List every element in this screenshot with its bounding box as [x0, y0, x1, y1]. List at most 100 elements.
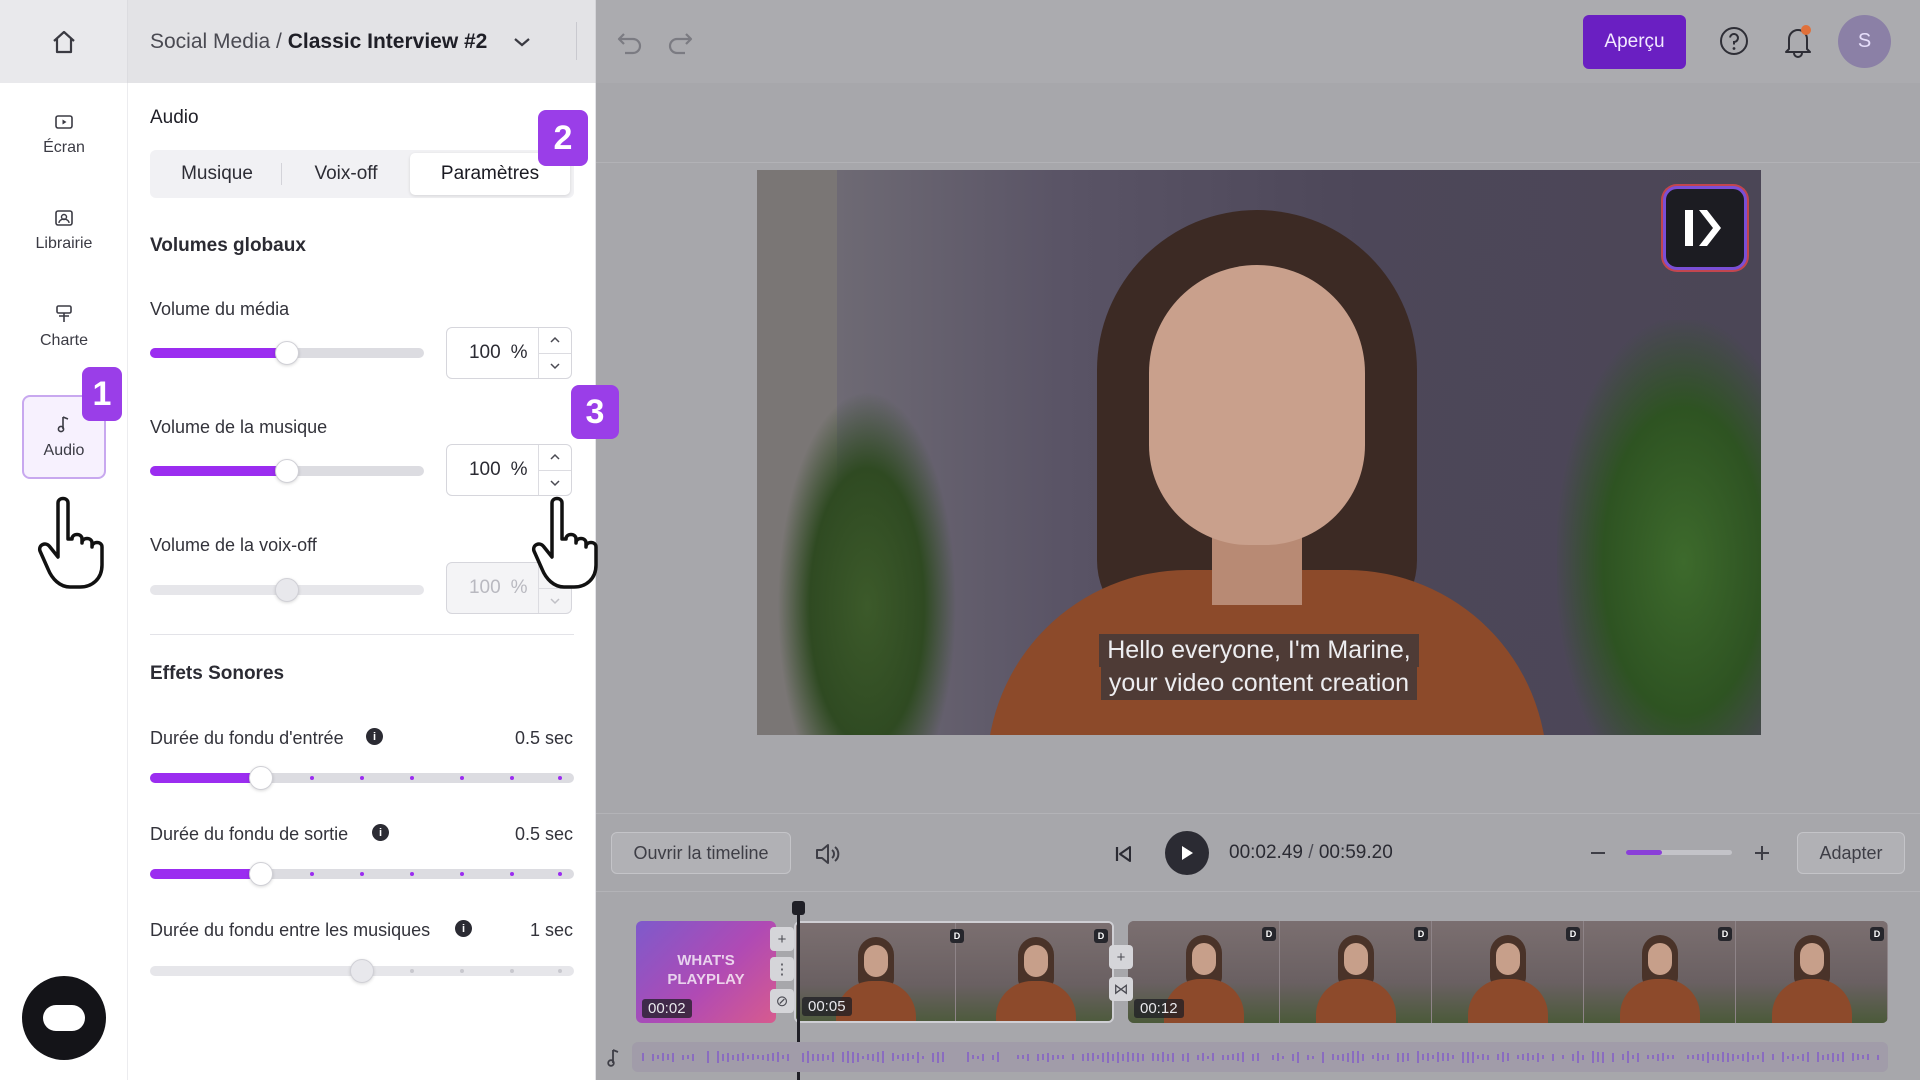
plus-icon [1755, 846, 1769, 860]
waveform-bar [1572, 1053, 1574, 1061]
subtitle-line-1: Hello everyone, I'm Marine, [1099, 634, 1419, 667]
brand-logo[interactable] [1663, 186, 1747, 270]
waveform-bar [872, 1053, 874, 1061]
waveform-bar [982, 1053, 984, 1061]
play-icon [1182, 846, 1193, 860]
fit-button[interactable]: Adapter [1797, 832, 1905, 874]
sidebar-item-charte[interactable]: Charte [22, 285, 106, 369]
media-volume-input[interactable]: 100 % [446, 327, 572, 379]
increment-button[interactable] [539, 328, 571, 353]
slider-thumb[interactable] [249, 766, 273, 790]
total-time: 00:59.20 [1318, 842, 1393, 863]
decrement-button[interactable] [538, 587, 571, 614]
media-volume-slider[interactable] [150, 341, 424, 365]
waveform-bar [1722, 1052, 1724, 1062]
waveform-bar [1382, 1054, 1384, 1060]
decrement-button[interactable] [538, 469, 571, 496]
music-volume-stepper [537, 445, 571, 496]
timeline-clip[interactable]: D D 00:05 [794, 921, 1114, 1023]
fade-in-value: 0.5 sec [514, 728, 573, 748]
clip-start-time: 00:05 [802, 997, 852, 1016]
clip-brand-icon: D [1870, 927, 1884, 941]
fade-between-slider[interactable] [150, 959, 574, 983]
slider-thumb[interactable] [275, 341, 299, 365]
open-timeline-button[interactable]: Ouvrir la timeline [611, 832, 791, 874]
waveform-bar [752, 1054, 754, 1060]
decrement-button[interactable] [538, 352, 571, 379]
tab-musique[interactable]: Musique [153, 153, 281, 195]
brush-icon [56, 305, 72, 322]
music-volume-slider[interactable] [150, 459, 424, 483]
redo-button[interactable] [660, 22, 700, 62]
waveform-bar [667, 1054, 669, 1060]
waveform-bar [1112, 1053, 1114, 1061]
video-preview[interactable]: Hello everyone, I'm Marine, your video c… [757, 170, 1761, 735]
slider-thumb[interactable] [350, 959, 374, 983]
info-icon[interactable]: i [372, 824, 389, 841]
fade-in-slider[interactable] [150, 766, 574, 790]
project-menu-button[interactable] [509, 29, 535, 55]
waveform-bar [1237, 1053, 1239, 1061]
avatar[interactable]: S [1838, 15, 1891, 68]
music-track-waveform[interactable] [632, 1042, 1888, 1072]
transition-button[interactable]: ⋈ [1109, 977, 1133, 1001]
clip-frame [1584, 921, 1736, 1023]
clip-brand-icon: D [1262, 927, 1276, 941]
sidebar-item-librairie[interactable]: Librairie [22, 189, 106, 273]
fade-out-slider[interactable] [150, 862, 574, 886]
music-volume-input[interactable]: 100 % [446, 444, 572, 496]
notifications-button[interactable] [1780, 22, 1816, 60]
slider-tick [410, 776, 414, 780]
home-button[interactable] [0, 0, 128, 83]
help-button[interactable] [1717, 24, 1751, 58]
add-clip-button[interactable]: + [770, 927, 794, 951]
slider-thumb[interactable] [249, 862, 273, 886]
hide-clip-button[interactable]: ⊘ [770, 989, 794, 1013]
info-icon[interactable]: i [366, 728, 383, 745]
waveform-bar [1692, 1055, 1694, 1059]
slider-thumb[interactable] [275, 578, 299, 602]
breadcrumb[interactable]: Social Media / Classic Interview #2 [150, 30, 487, 54]
waveform-bar [1152, 1053, 1154, 1061]
preview-button[interactable]: Aperçu [1583, 15, 1686, 69]
skip-to-start-button[interactable] [1108, 839, 1138, 869]
waveform-bar [852, 1051, 854, 1063]
waveform-bar [1212, 1053, 1214, 1061]
zoom-slider[interactable] [1626, 850, 1732, 855]
slider-thumb[interactable] [275, 459, 299, 483]
waveform-bar [1757, 1055, 1759, 1059]
zoom-in-button[interactable] [1747, 838, 1777, 868]
subtitle[interactable]: Hello everyone, I'm Marine, your video c… [1077, 634, 1441, 700]
undo-button[interactable] [610, 22, 650, 62]
add-clip-button[interactable]: + [1109, 945, 1133, 969]
top-toolbar: Aperçu S [596, 0, 1920, 83]
waveform-bar [1402, 1052, 1404, 1062]
waveform-bar [1877, 1054, 1879, 1060]
chat-support-button[interactable] [22, 976, 106, 1060]
zoom-out-button[interactable] [1583, 838, 1613, 868]
waveform-bar [1277, 1053, 1279, 1061]
clip-start-time: 00:12 [1134, 999, 1184, 1018]
clip-frame [1432, 921, 1584, 1023]
waveform-bar [1862, 1055, 1864, 1059]
sidebar-item-ecran[interactable]: Écran [22, 93, 106, 177]
waveform-bar [662, 1053, 664, 1061]
transition-button[interactable]: ⋮ [770, 957, 794, 981]
increment-button[interactable] [539, 445, 571, 470]
waveform-bar [972, 1055, 974, 1059]
waveform-bar [1102, 1052, 1104, 1062]
waveform-bar [1602, 1051, 1604, 1063]
waveform-bar [1377, 1053, 1379, 1061]
voiceover-volume-slider[interactable] [150, 578, 424, 602]
waveform-bar [1372, 1055, 1374, 1059]
waveform-bar [1232, 1054, 1234, 1060]
waveform-bar [1242, 1052, 1244, 1062]
timeline-clip-intro[interactable]: WHAT'S PLAYPLAY 00:02 [636, 921, 776, 1023]
waveform-bar [1517, 1055, 1519, 1059]
info-icon[interactable]: i [455, 920, 472, 937]
timeline-clip[interactable]: D D D D D 00:12 [1128, 921, 1888, 1023]
volume-button[interactable] [812, 838, 844, 870]
waveform-bar [892, 1053, 894, 1061]
tab-voix-off[interactable]: Voix-off [282, 153, 410, 195]
play-button[interactable] [1165, 831, 1209, 875]
